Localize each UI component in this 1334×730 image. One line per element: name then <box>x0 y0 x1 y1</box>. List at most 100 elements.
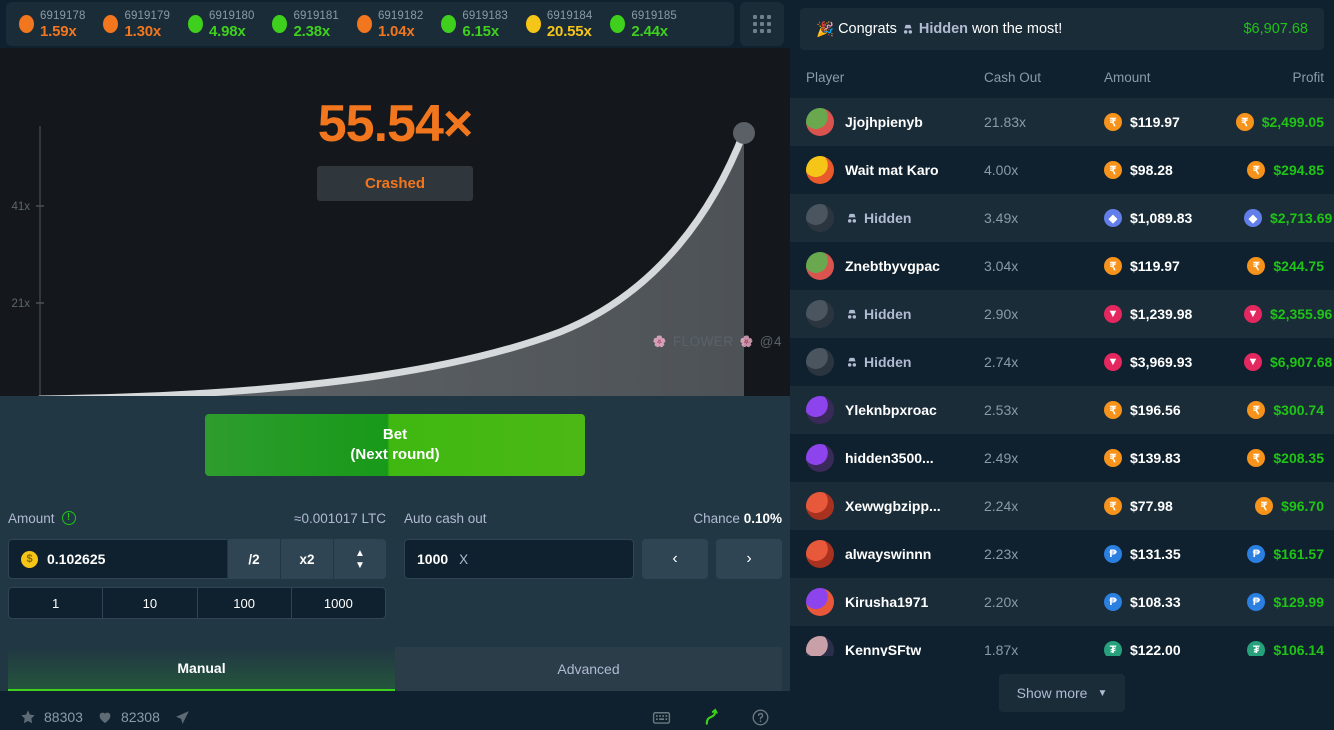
profit-cell: ₹ $300.74 <box>1184 401 1324 419</box>
autocashout-unit: X <box>459 551 469 567</box>
status-bar-right <box>652 707 770 727</box>
currency-icon: ₮ <box>1104 641 1122 656</box>
quick-amount-button[interactable]: 100 <box>196 587 292 619</box>
history-item[interactable]: 6919178 1.59x <box>10 7 94 41</box>
double-amount-button[interactable]: x2 <box>280 539 333 579</box>
send-button[interactable] <box>174 709 191 726</box>
table-row[interactable]: Hidden 3.49x ◆ $1,089.83 ◆ $2,713.69 <box>790 194 1334 242</box>
avatar <box>806 540 834 568</box>
autocashout-decrease-button[interactable]: ‹ <box>642 539 708 579</box>
cashout-cell: 3.04x <box>984 258 1019 274</box>
stepper-down-icon: ▼ <box>355 559 365 571</box>
history-item[interactable]: 6919179 1.30x <box>94 7 178 41</box>
autocashout-input[interactable]: 1000 X <box>404 539 634 579</box>
quick-amount-button[interactable]: 1 <box>8 587 104 619</box>
bet-button[interactable]: Bet (Next round) <box>205 414 585 476</box>
player-name: Wait mat Karo <box>845 162 939 178</box>
heart-stat[interactable]: 82308 <box>97 709 160 725</box>
history-item[interactable]: 6919181 2.38x <box>263 7 347 41</box>
quick-amount-button[interactable]: 1000 <box>290 587 386 619</box>
party-popper-icon: 🎉 <box>816 21 835 38</box>
history-item[interactable]: 6919183 6.15x <box>432 7 516 41</box>
player-name: Hidden <box>845 354 911 370</box>
tab-advanced[interactable]: Advanced <box>395 647 782 691</box>
amount-value: $108.33 <box>1130 594 1181 610</box>
amount-cell: ₹ $119.97 <box>1104 257 1184 275</box>
table-row[interactable]: Znebtbyvgpac 3.04x ₹ $119.97 ₹ $244.75 <box>790 242 1334 290</box>
chevron-left-icon: ‹ <box>672 550 678 567</box>
history-round-id: 6919179 <box>124 10 170 23</box>
currency-icon: ₹ <box>1255 497 1274 515</box>
round-history-strip[interactable]: 6919178 1.59x 6919179 1.30x 6919180 4.98x 6919… <box>6 2 734 46</box>
keyboard-button[interactable] <box>652 708 671 727</box>
amount-input[interactable]: $ 0.102625 <box>8 539 227 579</box>
cashout-cell: 3.49x <box>984 210 1019 226</box>
profit-cell: ▼ $6,907.68 <box>1192 353 1332 371</box>
currency-icon: ₮ <box>1247 641 1266 656</box>
game-panel: 6919178 1.59x 6919179 1.30x 6919180 4.98x 6919… <box>0 0 790 730</box>
cashout-cell: 2.49x <box>984 450 1019 466</box>
amount-value: $98.28 <box>1130 162 1173 178</box>
cashout-cell: 21.83x <box>984 114 1027 130</box>
player-name: hidden3500... <box>845 450 934 466</box>
avatar <box>806 348 834 376</box>
table-row[interactable]: Hidden 2.90x ▼ $1,239.98 ▼ $2,355.96 <box>790 290 1334 338</box>
amount-stepper[interactable]: ▲ ▼ <box>333 539 386 579</box>
leaderboard-rows: Jjojhpienyb 21.83x ₹ $119.97 ₹ $2,499.05 Wait … <box>790 98 1334 656</box>
cashout-cell: 2.24x <box>984 498 1019 514</box>
heart-count: 82308 <box>120 709 160 725</box>
player-cell: Yleknbpxroac <box>806 396 984 424</box>
info-icon[interactable]: ! <box>61 511 76 525</box>
amount-value: $3,969.93 <box>1130 354 1193 370</box>
profit-cell: ₹ $96.70 <box>1184 497 1324 515</box>
congrats-amount: $6,907.68 <box>1243 21 1308 37</box>
table-row[interactable]: Jjojhpienyb 21.83x ₹ $119.97 ₹ $2,499.05 <box>790 98 1334 146</box>
currency-icon: ₱ <box>1104 593 1122 611</box>
chart-svg: 41x 21x 0 20 40 60 <box>11 122 755 396</box>
chance-value: 0.10% <box>743 510 782 526</box>
table-row[interactable]: alwayswinnn 2.23x ₱ $131.35 ₱ $161.57 <box>790 530 1334 578</box>
show-more-button[interactable]: Show more ▼ <box>998 674 1126 712</box>
congrats-prefix: Congrats <box>838 21 897 37</box>
quick-amount-button[interactable]: 10 <box>102 587 198 619</box>
mode-tabs: Manual Advanced <box>8 647 782 691</box>
profit-cell: ◆ $2,713.69 <box>1192 209 1332 227</box>
amount-value: $1,089.83 <box>1130 210 1193 226</box>
history-text: 6919185 2.44x <box>631 7 676 41</box>
history-multiplier: 4.98x <box>208 23 246 40</box>
history-item[interactable]: 6919184 20.55x <box>517 7 601 41</box>
profit-value: $6,907.68 <box>1270 354 1333 370</box>
autocashout-increase-button[interactable]: › <box>716 539 782 579</box>
star-stat[interactable]: 88303 <box>20 709 83 725</box>
profit-cell: ₮ $106.14 <box>1184 641 1324 656</box>
congrats-winner-name: Hidden <box>918 21 969 37</box>
table-row[interactable]: Xewwgbzipp... 2.24x ₹ $77.98 ₹ $96.70 <box>790 482 1334 530</box>
halve-amount-button[interactable]: /2 <box>227 539 280 579</box>
history-item[interactable]: 6919180 4.98x <box>179 7 263 41</box>
table-row[interactable]: Kirusha1971 2.20x ₱ $108.33 ₱ $129.99 <box>790 578 1334 626</box>
help-button[interactable] <box>751 708 770 727</box>
table-row[interactable]: KennySFtw 1.87x ₮ $122.00 ₮ $106.14 <box>790 626 1334 656</box>
currency-icon: ₹ <box>1235 113 1254 131</box>
history-multiplier: 6.15x <box>462 23 499 40</box>
currency-icon: ◆ <box>1244 209 1262 227</box>
amount-value: $131.35 <box>1130 546 1181 562</box>
trend-button[interactable] <box>701 707 721 727</box>
congrats-banner: 🎉 Congrats Hidden won the most! $6,907.6… <box>800 8 1324 50</box>
currency-icon: ₱ <box>1104 545 1122 563</box>
history-round-id: 6919181 <box>293 10 339 23</box>
history-item[interactable]: 6919182 1.04x <box>348 7 432 41</box>
grid-view-button[interactable] <box>740 2 784 46</box>
table-row[interactable]: Yleknbpxroac 2.53x ₹ $196.56 ₹ $300.74 <box>790 386 1334 434</box>
history-text: 6919182 1.04x <box>378 7 423 41</box>
y-tick-41x: 41x <box>11 201 30 213</box>
table-row[interactable]: hidden3500... 2.49x ₹ $139.83 ₹ $208.35 <box>790 434 1334 482</box>
history-text: 6919180 4.98x <box>209 7 254 41</box>
history-dot <box>103 15 119 33</box>
table-row[interactable]: Wait mat Karo 4.00x ₹ $98.28 ₹ $294.85 <box>790 146 1334 194</box>
cashout-cell: 2.23x <box>984 546 1019 562</box>
history-item[interactable]: 6919185 2.44x <box>601 7 685 41</box>
table-row[interactable]: Hidden 2.74x ▼ $3,969.93 ▼ $6,907.68 <box>790 338 1334 386</box>
history-text: 6919181 2.38x <box>293 7 338 41</box>
tab-manual[interactable]: Manual <box>8 647 395 691</box>
